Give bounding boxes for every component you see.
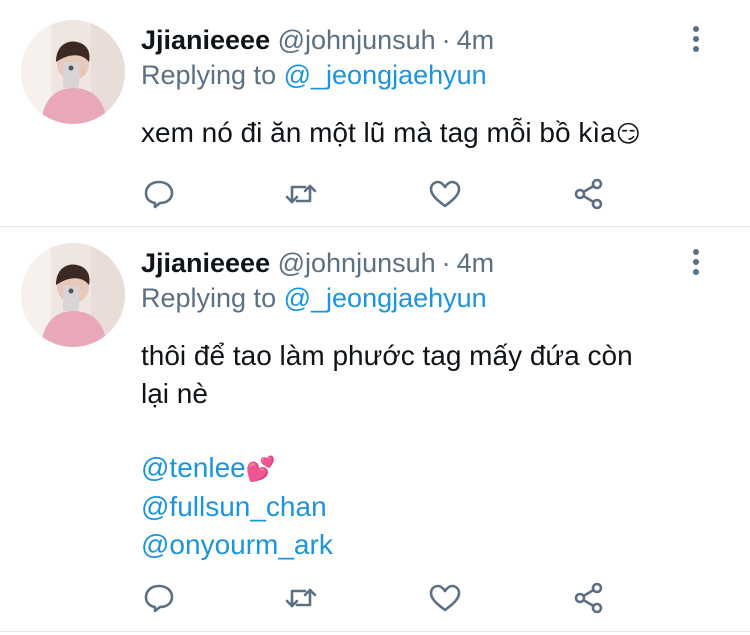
timestamp[interactable]: 4m [457, 248, 495, 278]
mention-link[interactable]: @tenlee💕 [141, 449, 333, 488]
tweet-feed: Jjianieeee @johnjunsuh · 4m Replying to @_… [0, 0, 750, 635]
timestamp[interactable]: 4m [457, 25, 495, 55]
reply-icon[interactable] [141, 176, 177, 212]
mention-link[interactable]: @fullsun_chan [141, 488, 333, 526]
tweet-text: xem nó đi ăn một lũ mà tag mỗi bồ kìa😏 [141, 114, 641, 153]
replying-to: Replying to @_jeongjaehyun [141, 282, 487, 314]
retweet-icon[interactable] [283, 580, 319, 616]
tweet-header: Jjianieeee @johnjunsuh · 4m [141, 24, 494, 56]
separator-dot: · [441, 25, 451, 55]
tweet[interactable]: Jjianieeee @johnjunsuh · 4m Replying to @_… [0, 227, 750, 632]
user-handle[interactable]: @johnjunsuh [278, 25, 436, 55]
tweet-text: thôi để tao làm phước tag mấy đứa còn lạ… [141, 337, 633, 413]
replying-to-handle-link[interactable]: @_jeongjaehyun [284, 283, 487, 313]
more-options-icon[interactable] [686, 26, 706, 56]
smirk-emoji-icon: 😏 [615, 120, 641, 148]
tweet-header: Jjianieeee @johnjunsuh · 4m [141, 247, 494, 279]
avatar[interactable] [21, 243, 125, 347]
separator-dot: · [441, 248, 451, 278]
tweet-actions [141, 176, 621, 212]
retweet-icon[interactable] [283, 176, 319, 212]
mention-handle[interactable]: @tenlee [141, 452, 246, 483]
tweet-text-line: thôi để tao làm phước tag mấy đứa còn [141, 340, 633, 371]
hearts-emoji-icon: 💕 [245, 455, 276, 483]
avatar[interactable] [21, 20, 125, 124]
mention-list: @tenlee💕 @fullsun_chan @onyourm_ark [141, 449, 333, 564]
display-name[interactable]: Jjianieeee [141, 25, 270, 55]
display-name[interactable]: Jjianieeee [141, 248, 270, 278]
user-handle[interactable]: @johnjunsuh [278, 248, 436, 278]
replying-to-handle-link[interactable]: @_jeongjaehyun [284, 60, 487, 90]
mention-link[interactable]: @onyourm_ark [141, 526, 333, 564]
tweet-text-content: xem nó đi ăn một lũ mà tag mỗi bồ kìa [141, 117, 616, 148]
like-icon[interactable] [427, 176, 463, 212]
share-icon[interactable] [571, 580, 607, 616]
like-icon[interactable] [427, 580, 463, 616]
reply-icon[interactable] [141, 580, 177, 616]
tweet[interactable]: Jjianieeee @johnjunsuh · 4m Replying to @_… [0, 0, 750, 227]
replying-to: Replying to @_jeongjaehyun [141, 59, 487, 91]
tweet-actions [141, 580, 621, 616]
tweet-text-line: lại nè [141, 378, 208, 409]
share-icon[interactable] [571, 176, 607, 212]
more-options-icon[interactable] [686, 249, 706, 279]
replying-to-label: Replying to [141, 60, 277, 90]
replying-to-label: Replying to [141, 283, 277, 313]
